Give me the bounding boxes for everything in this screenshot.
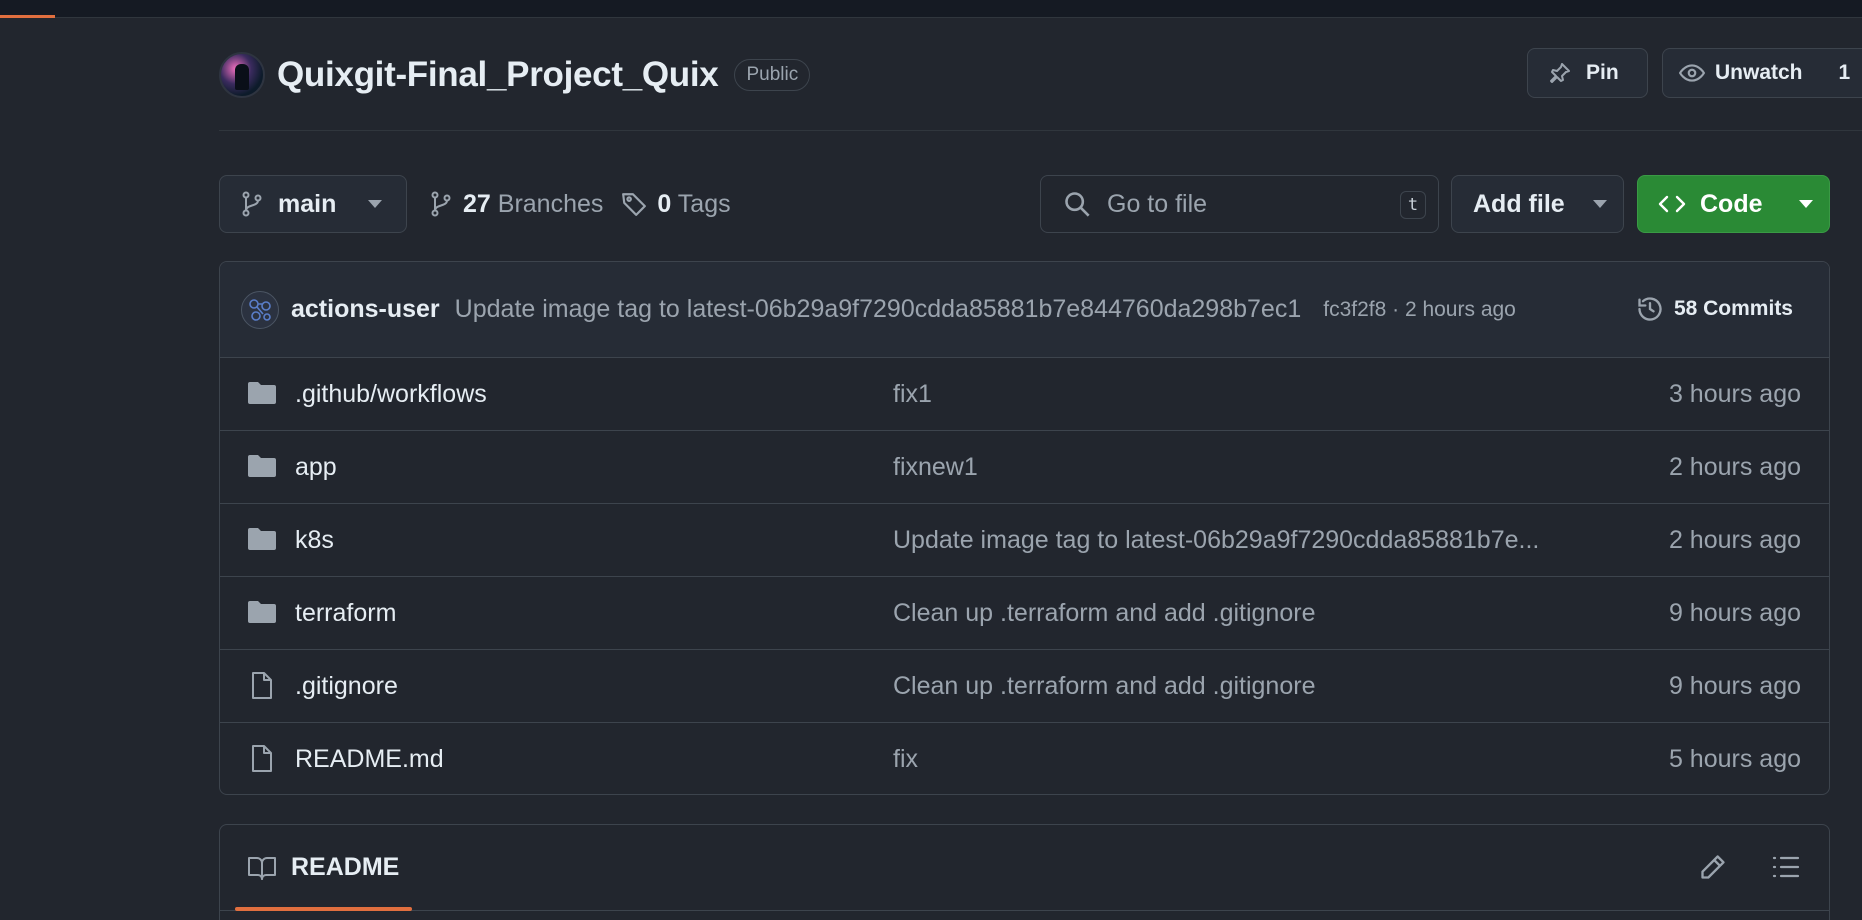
file-row[interactable]: README.md fix 5 hours ago	[220, 723, 1829, 794]
readme-panel: README	[219, 824, 1830, 920]
branches-label: Branches	[497, 189, 604, 218]
folder-icon	[247, 526, 277, 552]
branch-selector[interactable]: main	[219, 175, 407, 233]
file-name[interactable]: .gitignore	[295, 672, 398, 701]
active-tab-indicator	[235, 907, 412, 911]
file-row[interactable]: terraform Clean up .terraform and add .g…	[220, 577, 1829, 650]
book-icon	[247, 855, 277, 881]
unwatch-button[interactable]: Unwatch 1	[1662, 48, 1862, 98]
readme-tab[interactable]: README	[247, 853, 399, 882]
file-name[interactable]: app	[295, 453, 337, 482]
tags-count: 0	[657, 189, 672, 218]
file-name[interactable]: k8s	[295, 526, 334, 555]
header-divider	[219, 130, 1862, 131]
chevron-down-icon	[1798, 200, 1813, 208]
file-commit-age: 9 hours ago	[1668, 671, 1801, 700]
commit-hash-time[interactable]: fc3f2f8 · 2 hours ago	[1323, 298, 1516, 322]
branch-name: main	[278, 189, 337, 218]
readme-tab-divider	[220, 910, 1829, 911]
add-file-label: Add file	[1473, 189, 1565, 218]
tag-icon	[621, 191, 647, 217]
file-commit-age: 9 hours ago	[1668, 598, 1801, 627]
file-row[interactable]: k8s Update image tag to latest-06b29a9f7…	[220, 504, 1829, 577]
repo-name[interactable]: Quixgit-Final_Project_Quix	[277, 55, 719, 95]
file-row[interactable]: .gitignore Clean up .terraform and add .…	[220, 650, 1829, 723]
page-load-progress	[0, 15, 55, 18]
file-icon	[247, 672, 277, 700]
top-navigation-bar	[0, 0, 1862, 18]
repo-header: Quixgit-Final_Project_Quix Public Pin Un…	[219, 48, 1862, 102]
file-name[interactable]: terraform	[295, 599, 396, 628]
code-label: Code	[1700, 189, 1763, 218]
owner-avatar[interactable]	[219, 52, 265, 98]
branch-icon	[240, 191, 264, 217]
eye-icon	[1679, 60, 1705, 86]
search-icon	[1063, 190, 1091, 218]
branch-icon	[429, 191, 453, 217]
tags-label: Tags	[677, 189, 731, 218]
commit-message[interactable]: Update image tag to latest-06b29a9f7290c…	[455, 295, 1302, 324]
folder-icon	[247, 380, 277, 406]
file-icon	[247, 745, 277, 773]
tags-link[interactable]: 0 Tags	[621, 189, 731, 219]
visibility-badge: Public	[734, 59, 811, 91]
file-row[interactable]: app fixnew1 2 hours ago	[220, 431, 1829, 504]
keyboard-shortcut-hint: t	[1400, 191, 1426, 219]
history-icon	[1636, 295, 1664, 323]
pin-button[interactable]: Pin	[1527, 48, 1648, 98]
folder-icon	[247, 599, 277, 625]
file-commit-message[interactable]: fix1	[893, 380, 932, 409]
file-commit-message[interactable]: Clean up .terraform and add .gitignore	[893, 672, 1315, 701]
branches-link[interactable]: 27 Branches	[429, 190, 603, 219]
file-commit-message[interactable]: Update image tag to latest-06b29a9f7290c…	[893, 526, 1539, 555]
readme-tab-label: README	[291, 853, 400, 881]
branches-count: 27	[463, 189, 491, 218]
pin-icon	[1548, 61, 1572, 85]
file-commit-age: 5 hours ago	[1668, 745, 1801, 773]
pencil-icon[interactable]	[1699, 853, 1727, 881]
code-button[interactable]: Code	[1637, 175, 1830, 233]
file-commit-age: 2 hours ago	[1668, 525, 1801, 554]
file-browser: actions-user Update image tag to latest-…	[219, 261, 1830, 795]
commits-label: 58 Commits	[1673, 297, 1793, 320]
commit-author[interactable]: actions-user	[291, 295, 440, 324]
watch-count: 1	[1838, 61, 1851, 84]
file-commit-message[interactable]: Clean up .terraform and add .gitignore	[893, 599, 1315, 628]
file-name[interactable]: .github/workflows	[295, 380, 487, 409]
latest-commit-bar: actions-user Update image tag to latest-…	[220, 262, 1829, 358]
code-icon	[1658, 192, 1686, 216]
repo-header-actions: Pin Unwatch 1	[1527, 48, 1862, 98]
go-to-file-placeholder: Go to file	[1107, 189, 1208, 218]
chevron-down-icon	[1592, 200, 1607, 208]
readme-actions	[1699, 853, 1801, 881]
repo-toolbar: main 27 Branches 0 Tags Go to file t Add…	[219, 175, 1830, 233]
file-row[interactable]: .github/workflows fix1 3 hours ago	[220, 358, 1829, 431]
file-commit-age: 3 hours ago	[1668, 379, 1801, 408]
commit-author-avatar[interactable]	[241, 290, 279, 329]
add-file-button[interactable]: Add file	[1451, 175, 1624, 233]
unwatch-label: Unwatch	[1715, 61, 1803, 84]
file-commit-age: 2 hours ago	[1668, 452, 1801, 481]
pin-label: Pin	[1586, 61, 1619, 84]
file-commit-message[interactable]: fix	[893, 745, 918, 774]
file-name[interactable]: README.md	[295, 745, 444, 774]
folder-icon	[247, 453, 277, 479]
chevron-down-icon	[368, 200, 383, 208]
commits-link[interactable]: 58 Commits	[1636, 295, 1793, 323]
go-to-file-input[interactable]: Go to file t	[1040, 175, 1439, 233]
file-commit-message[interactable]: fixnew1	[893, 453, 978, 482]
outline-list-icon[interactable]	[1771, 853, 1801, 881]
